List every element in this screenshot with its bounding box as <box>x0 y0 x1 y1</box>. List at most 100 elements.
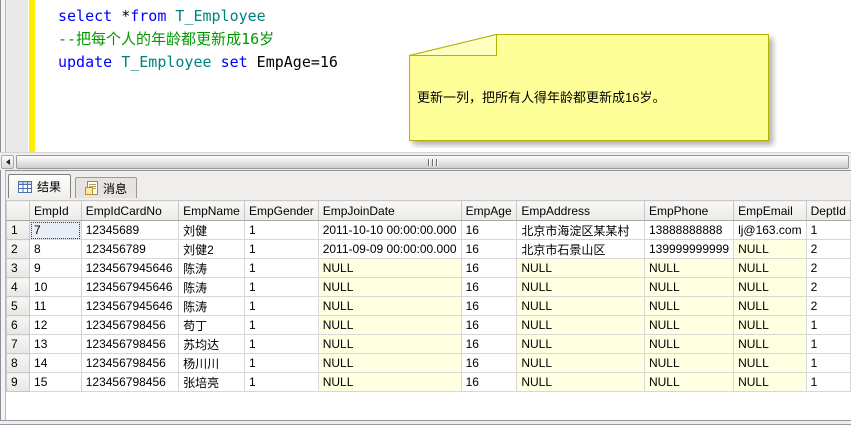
sql-code[interactable]: select *from T_Employee --把每个人的年龄都更新成16岁 u… <box>58 5 338 74</box>
sql-editor[interactable]: select *from T_Employee --把每个人的年龄都更新成16岁 u… <box>6 0 851 152</box>
grid-cell[interactable]: 12345689 <box>80 220 180 240</box>
column-header-empid[interactable]: EmpId <box>29 200 82 221</box>
grid-cell[interactable]: NULL <box>733 372 807 392</box>
grid-cell[interactable]: lj@163.com <box>733 220 807 240</box>
grid-cell[interactable]: 张培亮 <box>178 372 245 392</box>
grid-cell[interactable]: NULL <box>317 353 462 373</box>
column-header-deptid[interactable]: DeptId <box>805 200 851 221</box>
grid-cell[interactable]: 9 <box>29 258 82 278</box>
column-header-empphone[interactable]: EmpPhone <box>643 200 735 221</box>
grid-cell[interactable]: 1 <box>805 334 851 354</box>
grid-cell[interactable]: NULL <box>643 258 735 278</box>
grid-cell[interactable]: 13888888888 <box>643 220 735 240</box>
grid-cell[interactable]: 16 <box>460 239 518 259</box>
grid-cell[interactable]: 1 <box>243 258 319 278</box>
grid-cell[interactable]: NULL <box>733 277 807 297</box>
grid-cell[interactable]: 陈涛 <box>178 277 245 297</box>
column-header-empemail[interactable]: EmpEmail <box>733 200 807 221</box>
grid-cell[interactable]: 16 <box>460 372 518 392</box>
grid-cell[interactable]: 1 <box>243 296 319 316</box>
scroll-left-button[interactable] <box>1 155 14 169</box>
grid-cell[interactable]: 1234567945646 <box>80 296 180 316</box>
grid-cell[interactable]: 刘健2 <box>178 239 245 259</box>
tab-messages[interactable]: 消息 <box>75 177 138 198</box>
grid-cell[interactable]: NULL <box>733 334 807 354</box>
grid-cell[interactable]: NULL <box>317 277 462 297</box>
grid-cell[interactable]: NULL <box>643 334 735 354</box>
column-header-empname[interactable]: EmpName <box>178 200 245 221</box>
grid-cell[interactable]: 1 <box>243 239 319 259</box>
grid-cell[interactable]: 15 <box>29 372 82 392</box>
grid-cell[interactable]: NULL <box>317 372 462 392</box>
column-header-empidcardno[interactable]: EmpIdCardNo <box>80 200 180 221</box>
grid-cell[interactable]: 123456798456 <box>80 372 180 392</box>
grid-cell[interactable]: 2 <box>805 239 851 259</box>
grid-cell[interactable]: 12 <box>29 315 82 335</box>
column-header-empjoindate[interactable]: EmpJoinDate <box>317 200 462 221</box>
scrollbar-thumb[interactable] <box>16 155 849 169</box>
grid-cell[interactable]: 北京市海淀区某某村 <box>516 220 645 240</box>
grid-cell[interactable]: 1 <box>243 372 319 392</box>
grid-cell[interactable]: 刘健 <box>178 220 245 240</box>
grid-cell[interactable]: 2 <box>805 277 851 297</box>
grid-cell[interactable]: 2 <box>805 258 851 278</box>
grid-cell[interactable]: NULL <box>643 315 735 335</box>
grid-cell[interactable]: 陈涛 <box>178 258 245 278</box>
grid-cell[interactable]: NULL <box>516 277 645 297</box>
grid-cell[interactable]: 2 <box>805 296 851 316</box>
grid-cell[interactable]: 123456798456 <box>80 315 180 335</box>
grid-cell[interactable]: 1 <box>805 220 851 240</box>
grid-cell[interactable]: 1 <box>243 353 319 373</box>
selected-cell[interactable]: 7 <box>29 220 82 240</box>
grid-cell[interactable]: 1 <box>805 315 851 335</box>
grid-cell[interactable]: NULL <box>317 334 462 354</box>
grid-cell[interactable]: 北京市石景山区 <box>516 239 645 259</box>
grid-cell[interactable]: NULL <box>516 258 645 278</box>
grid-cell[interactable]: NULL <box>516 296 645 316</box>
grid-cell[interactable]: 1 <box>805 353 851 373</box>
row-header[interactable]: 6 <box>6 315 31 335</box>
grid-cell[interactable]: 123456798456 <box>80 353 180 373</box>
grid-cell[interactable]: 1234567945646 <box>80 258 180 278</box>
grid-cell[interactable]: 139999999999 <box>643 239 735 259</box>
grid-cell[interactable]: 16 <box>460 315 518 335</box>
row-header[interactable]: 3 <box>6 258 31 278</box>
grid-cell[interactable]: NULL <box>317 315 462 335</box>
grid-cell[interactable]: NULL <box>516 334 645 354</box>
grid-cell[interactable]: NULL <box>643 296 735 316</box>
grid-cell[interactable]: NULL <box>733 353 807 373</box>
grid-cell[interactable]: 杨川川 <box>178 353 245 373</box>
grid-cell[interactable]: 1 <box>243 220 319 240</box>
horizontal-scrollbar[interactable] <box>0 152 851 170</box>
grid-cell[interactable]: 123456798456 <box>80 334 180 354</box>
row-header[interactable]: 5 <box>6 296 31 316</box>
grid-cell[interactable]: 苏均达 <box>178 334 245 354</box>
grid-cell[interactable]: NULL <box>516 372 645 392</box>
grid-cell[interactable]: 16 <box>460 220 518 240</box>
grid-cell[interactable]: 123456789 <box>80 239 180 259</box>
grid-cell[interactable]: 13 <box>29 334 82 354</box>
grid-cell[interactable]: 1234567945646 <box>80 277 180 297</box>
grid-cell[interactable]: 16 <box>460 353 518 373</box>
grid-cell[interactable]: NULL <box>643 353 735 373</box>
grid-cell[interactable]: NULL <box>317 258 462 278</box>
grid-cell[interactable]: NULL <box>516 315 645 335</box>
tab-results[interactable]: 结果 <box>8 174 72 198</box>
grid-cell[interactable]: NULL <box>643 372 735 392</box>
row-header[interactable]: 4 <box>6 277 31 297</box>
row-header[interactable]: 7 <box>6 334 31 354</box>
row-header[interactable]: 8 <box>6 353 31 373</box>
grid-cell[interactable]: 14 <box>29 353 82 373</box>
row-header[interactable]: 9 <box>6 372 31 392</box>
column-header-empgender[interactable]: EmpGender <box>243 200 319 221</box>
grid-cell[interactable]: 8 <box>29 239 82 259</box>
column-header-empaddress[interactable]: EmpAddress <box>516 200 645 221</box>
grid-corner-cell[interactable] <box>6 200 31 221</box>
grid-cell[interactable]: NULL <box>733 296 807 316</box>
grid-cell[interactable]: NULL <box>516 353 645 373</box>
grid-cell[interactable]: 16 <box>460 296 518 316</box>
grid-cell[interactable]: 1 <box>805 372 851 392</box>
grid-cell[interactable]: 2011-10-10 00:00:00.000 <box>317 220 462 240</box>
grid-cell[interactable]: 苟丁 <box>178 315 245 335</box>
grid-cell[interactable]: 1 <box>243 277 319 297</box>
